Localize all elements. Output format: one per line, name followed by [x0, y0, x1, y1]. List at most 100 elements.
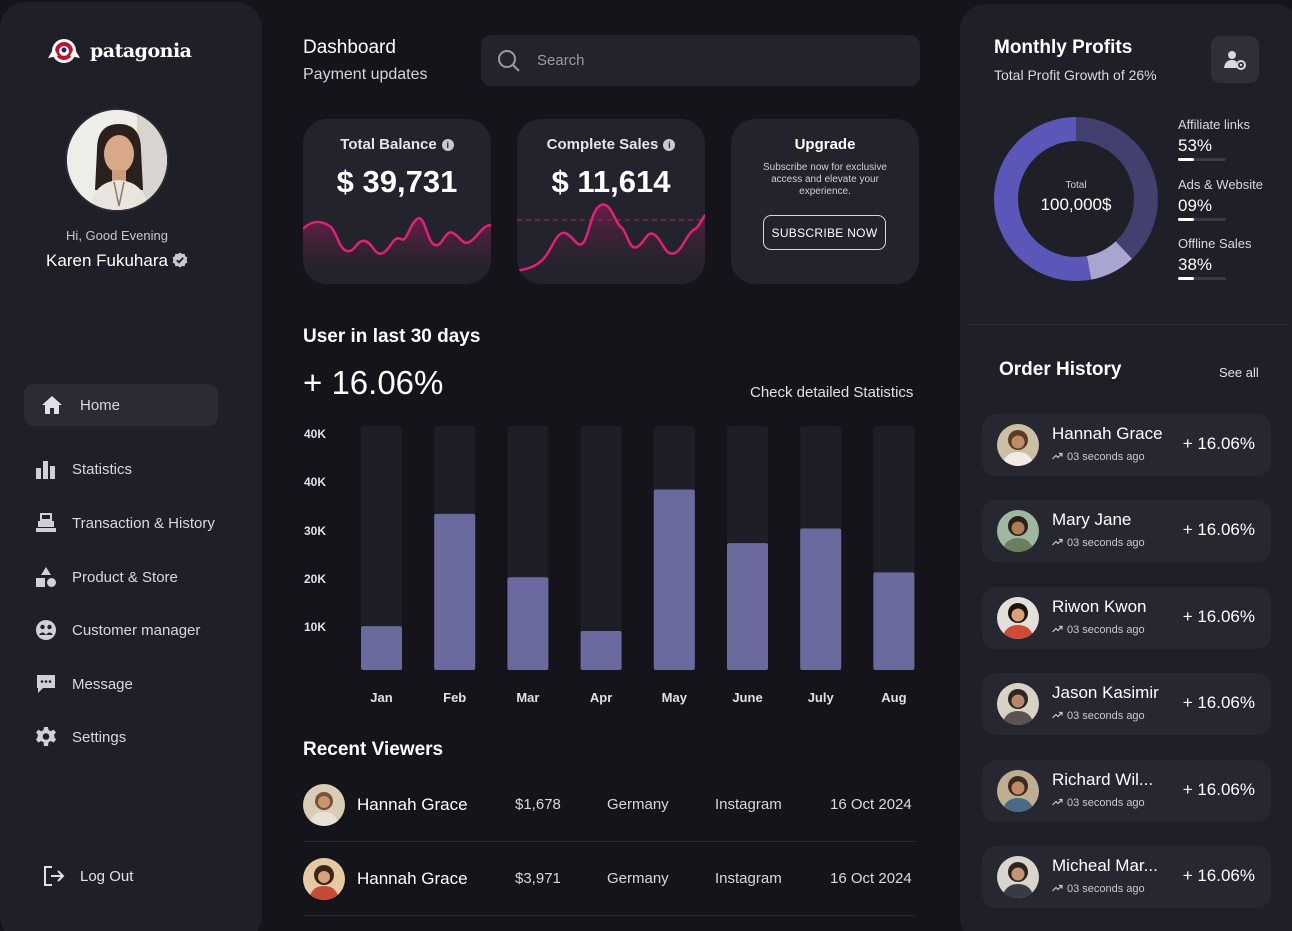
search-bar[interactable] [481, 35, 920, 86]
verified-icon [172, 252, 188, 268]
nav-label: Settings [72, 728, 127, 746]
logout-button[interactable]: Log Out [42, 864, 133, 888]
viewer-row[interactable]: Hannah Grace $3,971 Germany Instagram 16… [303, 842, 915, 916]
see-all-link[interactable]: See all [1219, 365, 1259, 380]
bar-june[interactable] [727, 543, 768, 670]
order-time: 03 seconds ago [1067, 710, 1145, 722]
register-icon [34, 511, 58, 535]
search-input[interactable] [537, 52, 877, 69]
legend-offline-sales: Offline Sales 38% [1178, 236, 1278, 280]
order-avatar [997, 510, 1039, 552]
legend-ads-website: Ads & Website 09% [1178, 177, 1278, 221]
order-time-row: 03 seconds ago [1052, 710, 1145, 722]
order-time-row: 03 seconds ago [1052, 883, 1145, 895]
nav-item-home[interactable]: Home [24, 384, 218, 426]
trend-up-icon [1052, 452, 1063, 460]
legend-name: Offline Sales [1178, 236, 1252, 251]
order-percent: + 16.06% [1182, 693, 1255, 712]
shapes-icon [34, 565, 58, 589]
order-time: 03 seconds ago [1067, 883, 1145, 895]
nav-item-customer-manager[interactable]: Customer manager [24, 609, 218, 651]
trend-up-icon [1052, 625, 1063, 633]
upgrade-card: Upgrade Subscribe now for exclusive acce… [731, 119, 919, 284]
order-item[interactable]: Hannah Grace 03 seconds ago + 16.06% [982, 414, 1271, 476]
viewer-source: Instagram [715, 870, 782, 887]
bar-mar[interactable] [507, 577, 549, 670]
total-balance-card[interactable]: Total Balance i $ 39,731 [303, 119, 491, 284]
donut-total-label: Total [1065, 180, 1087, 191]
subscribe-button[interactable]: SUBSCRIBE NOW [763, 215, 886, 250]
order-time-row: 03 seconds ago [1052, 797, 1145, 809]
trend-up-icon [1052, 711, 1063, 719]
legend-value: 38% [1178, 255, 1213, 274]
info-icon[interactable]: i [663, 139, 676, 151]
page-subtitle: Payment updates [303, 66, 428, 83]
brand-logo[interactable]: patagonia [44, 36, 192, 66]
bar-jan[interactable] [361, 626, 402, 670]
page-title: Dashboard [303, 37, 396, 58]
order-name: Hannah Grace [1052, 424, 1163, 443]
logout-label: Log Out [80, 867, 134, 885]
nav-item-transactions[interactable]: Transaction & History [24, 502, 218, 544]
order-avatar [997, 683, 1039, 725]
bar-july[interactable] [800, 528, 842, 670]
user-avatar[interactable] [65, 108, 169, 212]
viewer-amount: $1,678 [515, 796, 561, 813]
order-time: 03 seconds ago [1067, 624, 1145, 636]
viewer-date: 16 Oct 2024 [830, 870, 912, 887]
message-icon [34, 672, 58, 696]
nav-label: Product & Store [72, 568, 178, 586]
order-time-row: 03 seconds ago [1052, 624, 1145, 636]
card-label-row: Total Balance i [303, 136, 491, 153]
legend-name: Affiliate links [1178, 117, 1251, 132]
order-item[interactable]: Mary Jane 03 seconds ago + 16.06% [982, 500, 1271, 562]
complete-sales-card[interactable]: Complete Sales i $ 11,614 [517, 119, 705, 284]
users-section-title: User in last 30 days [303, 326, 481, 347]
viewer-avatar [303, 783, 345, 826]
order-percent: + 16.06% [1182, 520, 1255, 539]
x-tick-label: July [808, 690, 835, 705]
nav-item-settings[interactable]: Settings [24, 716, 218, 758]
viewer-row[interactable]: Hannah Grace $1,678 Germany Instagram 16… [303, 768, 915, 842]
order-name: Mary Jane [1052, 510, 1132, 529]
legend-affiliate-links: Affiliate links 53% [1178, 117, 1278, 161]
y-tick-label: 30K [304, 524, 326, 538]
x-tick-label: May [662, 690, 688, 705]
detailed-statistics-link[interactable]: Check detailed Statistics [750, 384, 913, 401]
order-item[interactable]: Jason Kasimir 03 seconds ago + 16.06% [982, 673, 1271, 735]
order-item[interactable]: Richard Wil... 03 seconds ago + 16.06% [982, 760, 1271, 822]
y-tick-label: 40K [304, 427, 326, 441]
order-item[interactable]: Riwon Kwon 03 seconds ago + 16.06% [982, 587, 1271, 649]
home-icon [40, 393, 64, 417]
card-label: Total Balance [340, 136, 437, 153]
upgrade-description: Subscribe now for exclusive access and e… [763, 162, 887, 197]
y-tick-label: 40K [304, 475, 326, 489]
brand-name: patagonia [90, 40, 192, 62]
user-settings-button[interactable] [1211, 36, 1259, 83]
bar-feb[interactable] [434, 513, 476, 670]
users-growth-percent: + 16.06% [303, 364, 444, 401]
recent-viewers-title: Recent Viewers [303, 739, 444, 760]
legend-bar-fill [1178, 158, 1194, 161]
nav-item-message[interactable]: Message [24, 663, 218, 705]
bar-aug[interactable] [873, 572, 915, 670]
bar-may[interactable] [653, 489, 695, 670]
nav-label: Transaction & History [72, 514, 215, 532]
order-avatar [997, 597, 1039, 639]
bar-apr[interactable] [580, 630, 622, 670]
info-icon[interactable]: i [441, 139, 454, 151]
user-name-row: Karen Fukuhara [0, 251, 234, 271]
order-item[interactable]: Micheal Mar... 03 seconds ago + 16.06% [982, 846, 1271, 908]
order-time-row: 03 seconds ago [1052, 537, 1145, 549]
order-percent: + 16.06% [1182, 866, 1255, 885]
order-time: 03 seconds ago [1067, 797, 1145, 809]
nav-item-product-store[interactable]: Product & Store [24, 556, 218, 598]
nav-item-statistics[interactable]: Statistics [24, 448, 218, 490]
customers-icon [34, 618, 58, 642]
order-name: Riwon Kwon [1052, 597, 1147, 616]
nav-label: Statistics [72, 460, 133, 478]
order-name: Jason Kasimir [1052, 683, 1159, 702]
x-tick-label: Apr [590, 690, 612, 705]
trend-up-icon [1052, 538, 1063, 546]
order-history-title: Order History [999, 359, 1122, 380]
